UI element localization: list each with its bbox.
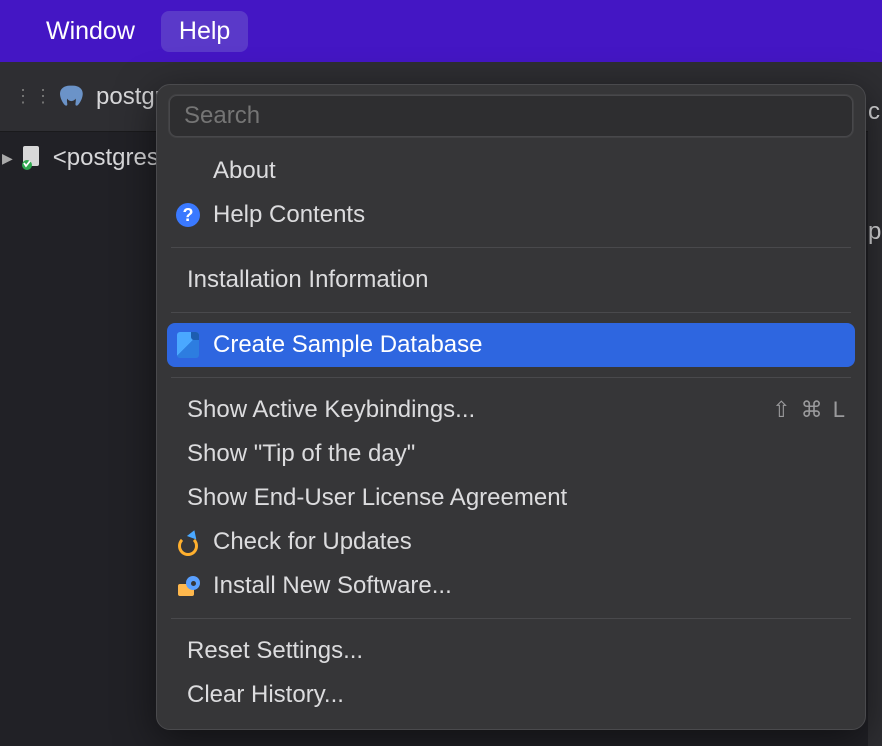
menu-item-about[interactable]: About: [157, 149, 865, 193]
menu-item-show-keybindings[interactable]: Show Active Keybindings... ⇧ ⌘ L: [157, 388, 865, 432]
menu-item-help-contents[interactable]: ? Help Contents: [157, 193, 865, 237]
menu-help[interactable]: Help: [161, 11, 248, 52]
install-package-icon: [175, 573, 201, 599]
menu-group: Show Active Keybindings... ⇧ ⌘ L Show "T…: [157, 384, 865, 612]
search-input[interactable]: [169, 95, 853, 137]
menu-item-install-software[interactable]: Install New Software...: [157, 564, 865, 608]
menu-item-label: Show End-User License Agreement: [187, 484, 567, 512]
menu-item-label: Reset Settings...: [187, 637, 363, 665]
menu-item-label: About: [213, 157, 276, 185]
menu-divider: [171, 312, 851, 313]
menu-item-label: Install New Software...: [213, 572, 452, 600]
menu-item-label: Installation Information: [187, 266, 428, 294]
help-circle-icon: ?: [175, 202, 201, 228]
keyboard-shortcut: ⇧ ⌘ L: [772, 397, 847, 423]
menu-group: About ? Help Contents: [157, 145, 865, 241]
database-sheet-icon: [175, 332, 201, 358]
menubar: Window Help: [0, 0, 882, 62]
search-container: [157, 85, 865, 145]
right-panel-edge: c p: [868, 62, 882, 746]
edge-text-mid: p: [868, 218, 882, 246]
edge-text-top: c: [868, 98, 882, 126]
sql-script-icon: [21, 145, 45, 171]
menu-item-installation-info[interactable]: Installation Information: [157, 258, 865, 302]
chevron-right-icon: ▶: [2, 150, 13, 167]
tree-item-label: <postgres: [53, 144, 159, 172]
menu-item-tip-of-day[interactable]: Show "Tip of the day": [157, 432, 865, 476]
update-arrow-icon: [175, 529, 201, 555]
menu-item-create-sample-database[interactable]: Create Sample Database: [167, 323, 855, 367]
menu-item-label: Check for Updates: [213, 528, 412, 556]
help-dropdown: About ? Help Contents Installation Infor…: [156, 84, 866, 730]
menu-group: Installation Information: [157, 254, 865, 306]
menu-group: Create Sample Database: [157, 319, 865, 371]
menu-item-reset-settings[interactable]: Reset Settings...: [157, 629, 865, 673]
drag-handle-icon[interactable]: ⋮⋮: [14, 86, 54, 107]
postgres-icon: [60, 84, 86, 110]
menu-item-clear-history[interactable]: Clear History...: [157, 673, 865, 717]
workspace: ⋮⋮ postgre ▶ <postgres c p About: [0, 62, 882, 746]
menu-divider: [171, 377, 851, 378]
menu-item-label: Show "Tip of the day": [187, 440, 415, 468]
menu-divider: [171, 618, 851, 619]
menu-item-label: Clear History...: [187, 681, 344, 709]
menu-item-label: Show Active Keybindings...: [187, 396, 475, 424]
menu-item-label: Create Sample Database: [213, 331, 482, 359]
menu-window[interactable]: Window: [28, 11, 153, 52]
icon-placeholder: [175, 158, 201, 184]
menu-divider: [171, 247, 851, 248]
menu-group: Reset Settings... Clear History...: [157, 625, 865, 721]
menu-item-label: Help Contents: [213, 201, 365, 229]
menu-item-eula[interactable]: Show End-User License Agreement: [157, 476, 865, 520]
menu-item-check-updates[interactable]: Check for Updates: [157, 520, 865, 564]
